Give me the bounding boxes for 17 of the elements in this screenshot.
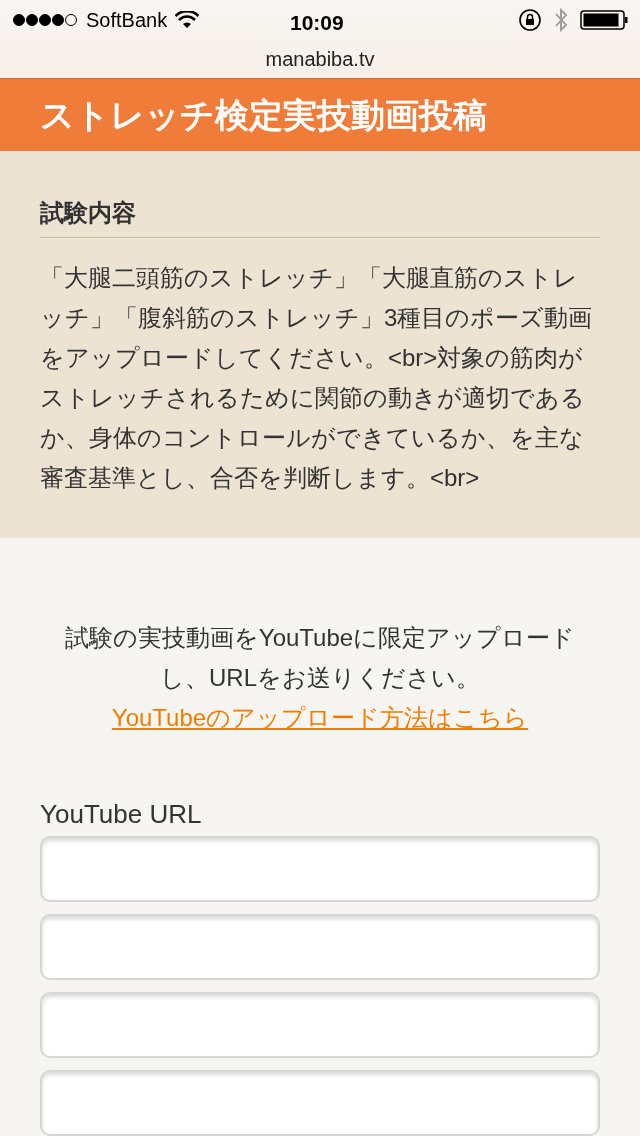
wifi-icon — [175, 11, 200, 29]
exam-description: 「大腿二頭筋のストレッチ」「大腿直筋のストレッチ」「腹斜筋のストレッチ」3種目のポーズ動画をアップロードしてください。<br>対象の筋肉がストレッチされるために関節の動きが適切であるか、身体のコントロールができているか、を主な審査基準とし、合否を判断します。<br> — [40, 263, 594, 493]
status-time: 10:09 — [290, 10, 344, 36]
url-input[interactable] — [40, 1070, 600, 1136]
signal-icon — [12, 13, 78, 27]
url-input[interactable] — [40, 836, 600, 902]
battery-icon — [580, 10, 628, 30]
url-input[interactable] — [40, 992, 600, 1058]
rotation-lock-icon — [518, 8, 542, 32]
bluetooth-icon — [554, 7, 568, 33]
page-url[interactable]: manabiba.tv — [265, 44, 375, 74]
section-heading: 試験内容 — [40, 195, 600, 238]
url-label: YouTube URL — [40, 798, 203, 831]
url-input[interactable] — [40, 914, 600, 980]
page-title: ストレッチ検定実技動画投稿 — [40, 94, 487, 136]
carrier-name: SoftBank — [86, 8, 168, 33]
intro-text: 試験の実技動画をYouTubeに限定アップロードし、URLをお送りください。 — [63, 623, 577, 693]
